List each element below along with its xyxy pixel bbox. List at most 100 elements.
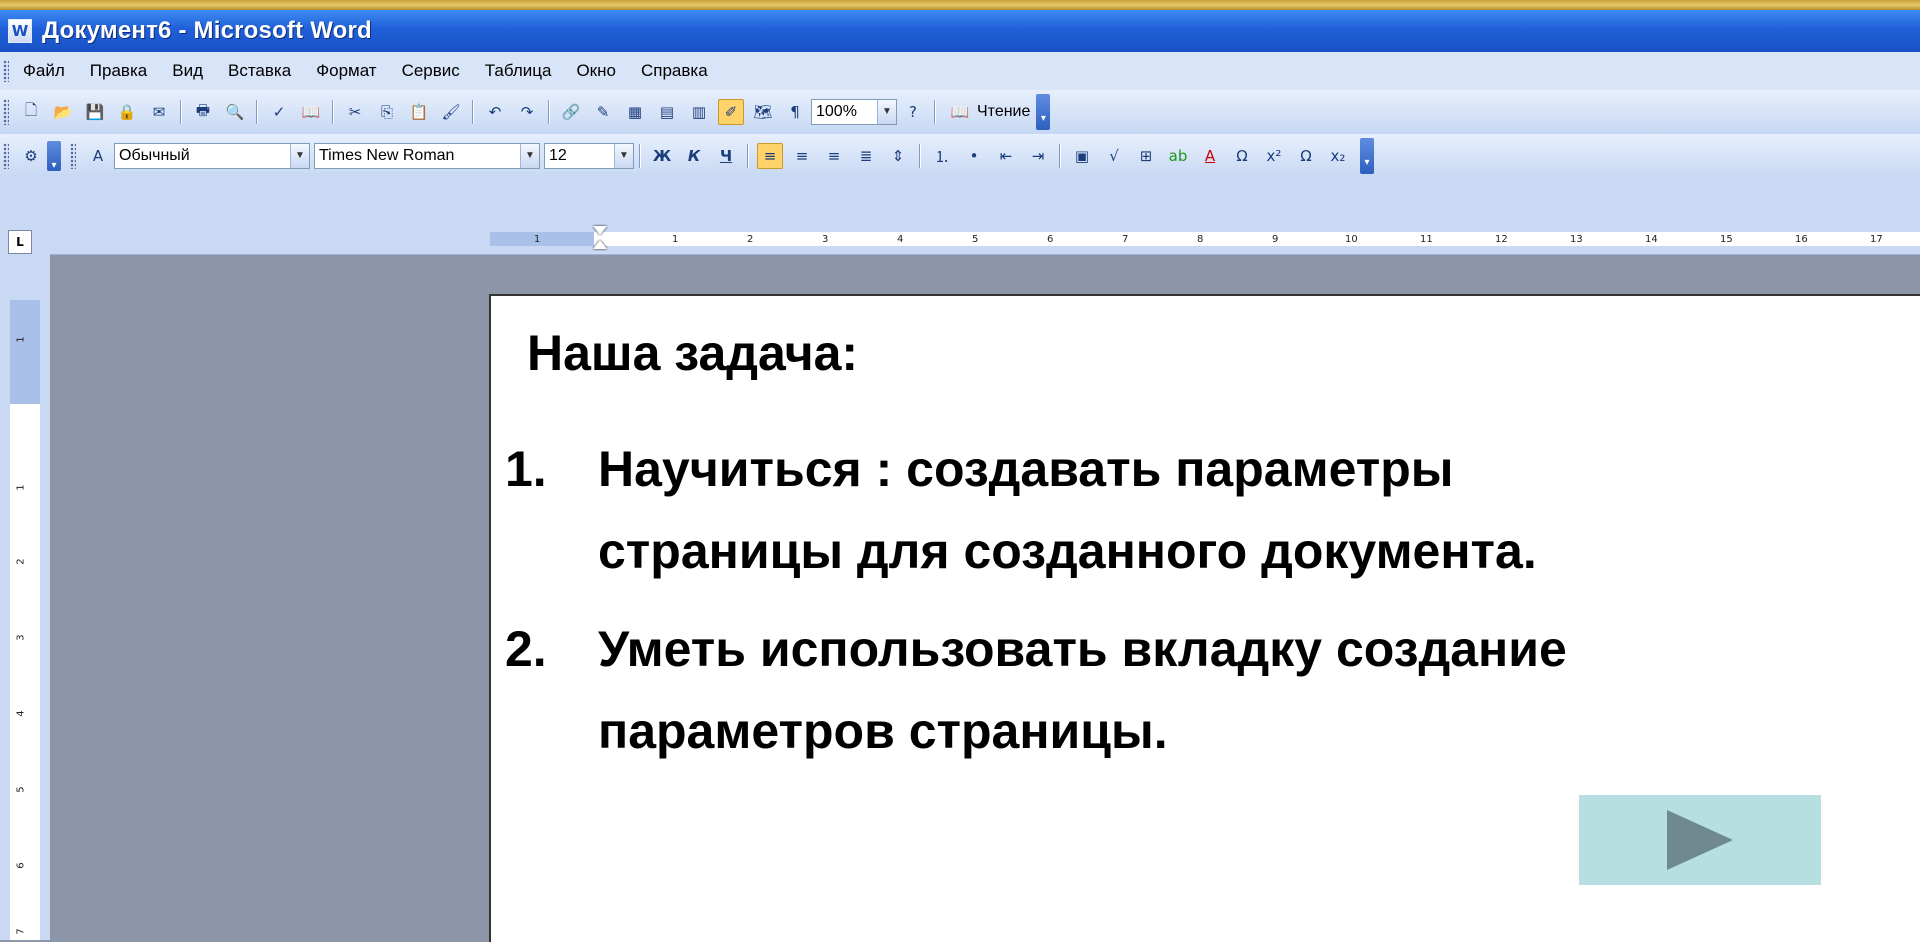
toolbar-grip-handle[interactable] (3, 143, 9, 169)
zoom-select[interactable]: 100% ▼ (811, 99, 897, 125)
ruler-left-margin (490, 232, 594, 246)
save-icon[interactable]: 💾 (82, 99, 108, 125)
font-select[interactable]: Times New Roman ▼ (314, 143, 540, 169)
help-icon[interactable]: ? (900, 99, 926, 125)
font-value: Times New Roman (319, 147, 455, 164)
superscript-button[interactable]: x² (1261, 143, 1287, 169)
ruler-tick: 16 (1795, 234, 1808, 245)
email-icon[interactable]: ✉ (146, 99, 172, 125)
horizontal-ruler[interactable]: 1 1 2 3 4 5 6 7 8 9 10 11 12 13 14 15 16… (490, 232, 1920, 246)
menu-tools[interactable]: Сервис (402, 61, 460, 81)
show-hide-icon[interactable]: ¶ (782, 99, 808, 125)
ruler-tick: 1 (15, 484, 27, 491)
omega-symbol-button-2[interactable]: Ω (1293, 143, 1319, 169)
justify-icon[interactable]: ≣ (853, 143, 879, 169)
drawing-icon[interactable]: ✐ (718, 99, 744, 125)
research-icon[interactable]: 📖 (298, 99, 324, 125)
vertical-ruler[interactable]: 1 1 2 3 4 5 6 7 (0, 254, 50, 940)
copy-icon[interactable]: ⎘ (374, 99, 400, 125)
italic-button[interactable]: К (681, 143, 707, 169)
task-pane-icon[interactable]: ⚙ (18, 143, 44, 169)
ruler-tick: 9 (1272, 234, 1279, 245)
insert-table-icon[interactable]: ▦ (622, 99, 648, 125)
styles-formatting-icon[interactable]: A (85, 143, 111, 169)
ruler-tick: 1 (15, 336, 27, 343)
ruler-tick: 1 (672, 234, 679, 245)
chevron-down-icon[interactable]: ▼ (614, 144, 633, 168)
underline-button[interactable]: Ч (713, 143, 739, 169)
ruler-tick: 2 (15, 558, 27, 565)
tables-borders-icon[interactable]: ✎ (590, 99, 616, 125)
format-painter-icon[interactable]: 🖌 (438, 99, 464, 125)
print-preview-icon[interactable]: 🔍 (222, 99, 248, 125)
spelling-icon[interactable]: ✓ (266, 99, 292, 125)
next-button[interactable] (1579, 795, 1821, 885)
highlight-icon[interactable]: ab (1165, 143, 1191, 169)
window-title: Документ6 - Microsoft Word (42, 17, 372, 44)
menu-grip-handle[interactable] (3, 60, 9, 82)
equation-icon[interactable]: √ (1101, 143, 1127, 169)
ruler-tick: 14 (1645, 234, 1658, 245)
menu-table[interactable]: Таблица (485, 61, 552, 81)
formatting-toolbar: ⚙ ▾ A Обычный ▼ Times New Roman ▼ 12 ▼ Ж… (0, 134, 1920, 179)
insert-object-icon[interactable]: ▣ (1069, 143, 1095, 169)
read-mode-button[interactable]: 📖 Чтение (947, 99, 1031, 125)
line-spacing-icon[interactable]: ⇕ (885, 143, 911, 169)
toolbar-options-button[interactable]: ▾ (1036, 94, 1051, 130)
insert-excel-icon[interactable]: ▤ (654, 99, 680, 125)
chevron-down-icon[interactable]: ▼ (520, 144, 539, 168)
zoom-value: 100% (816, 103, 857, 120)
menu-window[interactable]: Окно (576, 61, 616, 81)
hanging-indent-marker[interactable] (593, 240, 607, 249)
new-document-icon[interactable]: 🗋 (18, 99, 44, 125)
tab-selector-button[interactable]: L (8, 230, 32, 254)
menu-edit[interactable]: Правка (90, 61, 147, 81)
increase-indent-icon[interactable]: ⇥ (1025, 143, 1051, 169)
ruler-tick: 5 (15, 786, 27, 793)
style-select[interactable]: Обычный ▼ (114, 143, 310, 169)
ruler-tick: 7 (1122, 234, 1129, 245)
print-icon[interactable]: 🖶 (190, 99, 216, 125)
align-left-icon[interactable]: ≡ (757, 143, 783, 169)
subscript-button[interactable]: x₂ (1325, 143, 1351, 169)
chevron-down-icon[interactable]: ▼ (290, 144, 309, 168)
hyperlink-icon[interactable]: 🔗 (558, 99, 584, 125)
first-line-indent-marker[interactable] (593, 226, 607, 235)
toolbar-separator (332, 100, 334, 124)
menu-view[interactable]: Вид (172, 61, 203, 81)
chevron-down-icon[interactable]: ▼ (877, 100, 896, 124)
borders-icon[interactable]: ⊞ (1133, 143, 1159, 169)
toolbar-grip-handle[interactable] (3, 99, 9, 125)
bullets-icon[interactable]: • (961, 143, 987, 169)
paste-icon[interactable]: 📋 (406, 99, 432, 125)
toolbar-separator (180, 100, 182, 124)
document-heading: Наша задача: (527, 325, 859, 381)
menu-format[interactable]: Формат (316, 61, 376, 81)
ruler-tick: 4 (897, 234, 904, 245)
ruler-tick: 8 (1197, 234, 1204, 245)
undo-icon[interactable]: ↶ (482, 99, 508, 125)
decrease-indent-icon[interactable]: ⇤ (993, 143, 1019, 169)
menu-file[interactable]: Файл (23, 61, 65, 81)
open-folder-icon[interactable]: 📂 (50, 99, 76, 125)
ruler-tick: 10 (1345, 234, 1358, 245)
font-color-icon[interactable]: A (1197, 143, 1223, 169)
cut-icon[interactable]: ✂ (342, 99, 368, 125)
font-size-select[interactable]: 12 ▼ (544, 143, 634, 169)
menu-insert[interactable]: Вставка (228, 61, 291, 81)
permission-icon[interactable]: 🔒 (114, 99, 140, 125)
numbering-icon[interactable]: ⒈ (929, 143, 955, 169)
menu-help[interactable]: Справка (641, 61, 708, 81)
omega-symbol-button[interactable]: Ω (1229, 143, 1255, 169)
list-item-line: страницы для созданного документа. (598, 523, 1537, 579)
toolbar-options-button[interactable]: ▾ (47, 141, 61, 171)
toolbar-options-button[interactable]: ▾ (1360, 138, 1374, 174)
toolbar-grip-handle[interactable] (70, 143, 76, 169)
document-map-icon[interactable]: 🗺 (750, 99, 776, 125)
word-app-icon[interactable]: W (8, 19, 32, 43)
columns-icon[interactable]: ▥ (686, 99, 712, 125)
align-right-icon[interactable]: ≡ (821, 143, 847, 169)
redo-icon[interactable]: ↷ (514, 99, 540, 125)
bold-button[interactable]: Ж (649, 143, 675, 169)
align-center-icon[interactable]: ≡ (789, 143, 815, 169)
